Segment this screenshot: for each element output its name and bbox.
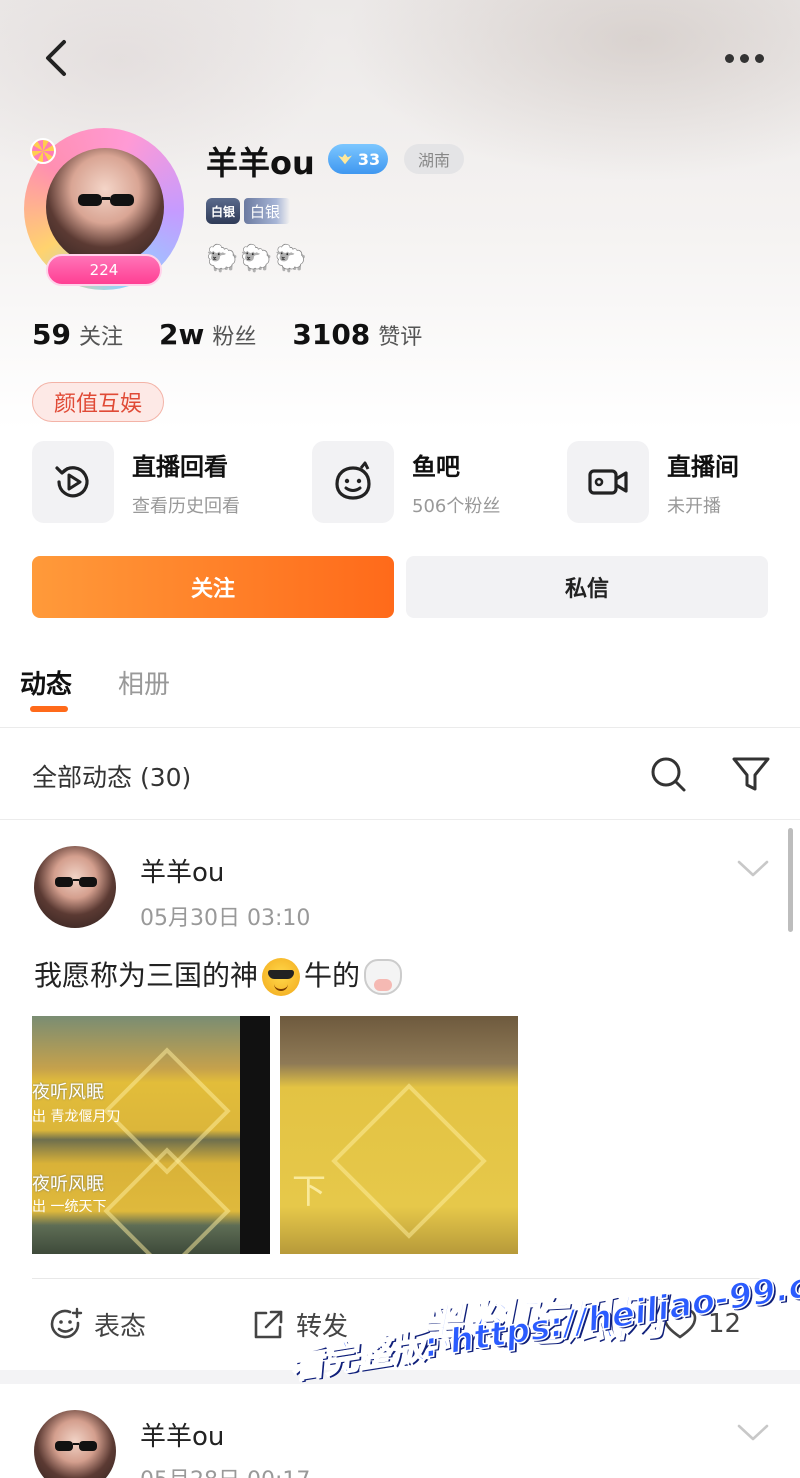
user-level-badge[interactable]: 33: [328, 144, 388, 174]
feature-subtitle: 506个粉丝: [412, 495, 501, 517]
post-card: 羊羊ou 05月28日 00:17: [0, 1384, 800, 1478]
region-badge: 湖南: [404, 144, 464, 174]
feature-title: 鱼吧: [412, 452, 460, 481]
post-image[interactable]: 夜听风眠 出 青龙偃月刀 夜听风眠 出 一统天下: [32, 1016, 270, 1254]
rank-shield-icon: 白银: [206, 198, 240, 224]
image-caption: 夜听风眠: [32, 1082, 104, 1103]
react-button[interactable]: 表态: [48, 1306, 146, 1343]
chevron-down-icon[interactable]: [736, 1422, 770, 1444]
feature-live-room[interactable]: 直播间 未开播: [567, 440, 739, 524]
stat-label: 关注: [78, 325, 123, 350]
stat-fans[interactable]: 2w 粉丝: [159, 318, 256, 351]
posts-filter-bar: 全部动态 (30): [0, 728, 800, 820]
filter-button[interactable]: [730, 754, 772, 794]
stat-likes[interactable]: 3108 赞评: [292, 318, 422, 351]
share-icon: [254, 1310, 283, 1338]
profile-tabs: 动态 相册: [0, 650, 800, 728]
fish-bar-icon: [335, 461, 371, 500]
more-dot-icon: [739, 53, 749, 63]
stat-label: 赞评: [378, 325, 423, 350]
scrollbar[interactable]: [788, 828, 793, 932]
post-text-part: 牛的: [304, 959, 361, 992]
feature-subtitle: 未开播: [667, 495, 721, 517]
diamond-decoration: [103, 1147, 231, 1254]
feature-title: 直播间: [667, 452, 739, 481]
post-separator: [0, 1370, 800, 1384]
chevron-left-icon: [46, 40, 66, 76]
tab-album[interactable]: 相册: [118, 664, 170, 701]
filter-icon: [732, 757, 770, 791]
wing-icon: [337, 153, 352, 165]
post-author-avatar[interactable]: [34, 1410, 116, 1478]
image-edge: [240, 1016, 270, 1254]
profile-stats: 59 关注 2w 粉丝 3108 赞评: [32, 318, 458, 351]
lollipop-icon: [30, 138, 56, 164]
image-caption: 出 青龙偃月刀: [32, 1109, 121, 1125]
image-caption: 夜听风眠: [32, 1174, 104, 1195]
sunglasses-emoji-icon: [262, 958, 301, 996]
feature-live-replay[interactable]: 直播回看 查看历史回看: [32, 440, 240, 524]
rank-label: 白银: [244, 198, 291, 224]
stat-number: 3108: [292, 318, 371, 351]
post-timestamp: 05月28日 00:17: [140, 1462, 310, 1478]
message-button[interactable]: 私信: [406, 556, 768, 618]
sunglasses-icon: [55, 1441, 97, 1451]
avatar-level-badge: 224: [46, 254, 162, 286]
smile-plus-icon: [50, 1307, 83, 1338]
post-author-name[interactable]: 羊羊ou: [140, 852, 224, 889]
post-author-avatar[interactable]: [34, 846, 116, 928]
post-author-name[interactable]: 羊羊ou: [140, 1416, 224, 1453]
post-image[interactable]: 下: [280, 1016, 518, 1254]
search-button[interactable]: [648, 754, 688, 794]
profile-username: 羊羊ou: [206, 144, 315, 182]
feature-title: 直播回看: [132, 452, 228, 481]
search-icon: [651, 757, 686, 792]
more-dot-icon: [754, 53, 764, 63]
more-button[interactable]: [716, 40, 772, 76]
react-label: 表态: [94, 1312, 147, 1342]
profile-avatar[interactable]: 224: [24, 128, 184, 290]
post-timestamp: 05月30日 03:10: [140, 906, 311, 931]
user-level-number: 33: [357, 149, 381, 169]
top-bar: [0, 0, 800, 110]
category-tag[interactable]: 颜值互娱: [32, 382, 164, 422]
sunglasses-icon: [78, 194, 134, 206]
sheep-emoji-row: 🐑🐑🐑: [206, 244, 310, 274]
feature-icon-box: [567, 441, 649, 523]
rank-badge[interactable]: 白银 白银: [206, 195, 298, 227]
image-caption: 出 一统天下: [32, 1199, 107, 1215]
more-dot-icon: [724, 53, 734, 63]
stat-number: 2w: [158, 318, 205, 351]
sunglasses-icon: [55, 877, 97, 887]
back-button[interactable]: [34, 34, 82, 82]
stat-number: 59: [32, 318, 71, 351]
post-text: 我愿称为三国的神 牛的: [34, 954, 403, 996]
replay-icon: [55, 466, 89, 498]
tab-posts[interactable]: 动态: [20, 664, 72, 701]
cow-emoji-icon: [364, 959, 403, 995]
chevron-down-icon[interactable]: [736, 858, 770, 880]
active-tab-indicator: [30, 706, 68, 712]
diamond-decoration: [331, 1083, 487, 1239]
feature-icon-box: [32, 441, 114, 523]
post-text-part: 我愿称为三国的神: [34, 959, 259, 992]
feature-subtitle: 查看历史回看: [132, 495, 240, 517]
feature-icon-box: [312, 441, 394, 523]
stat-following[interactable]: 59 关注: [32, 318, 123, 351]
image-caption: 下: [292, 1172, 326, 1212]
stat-label: 粉丝: [212, 325, 257, 350]
follow-button[interactable]: 关注: [32, 556, 394, 618]
avatar-photo: [46, 148, 164, 266]
feature-fish-bar[interactable]: 鱼吧 506个粉丝: [312, 440, 500, 524]
posts-count-title[interactable]: 全部动态 (30): [32, 758, 191, 794]
video-camera-icon: [588, 469, 628, 495]
